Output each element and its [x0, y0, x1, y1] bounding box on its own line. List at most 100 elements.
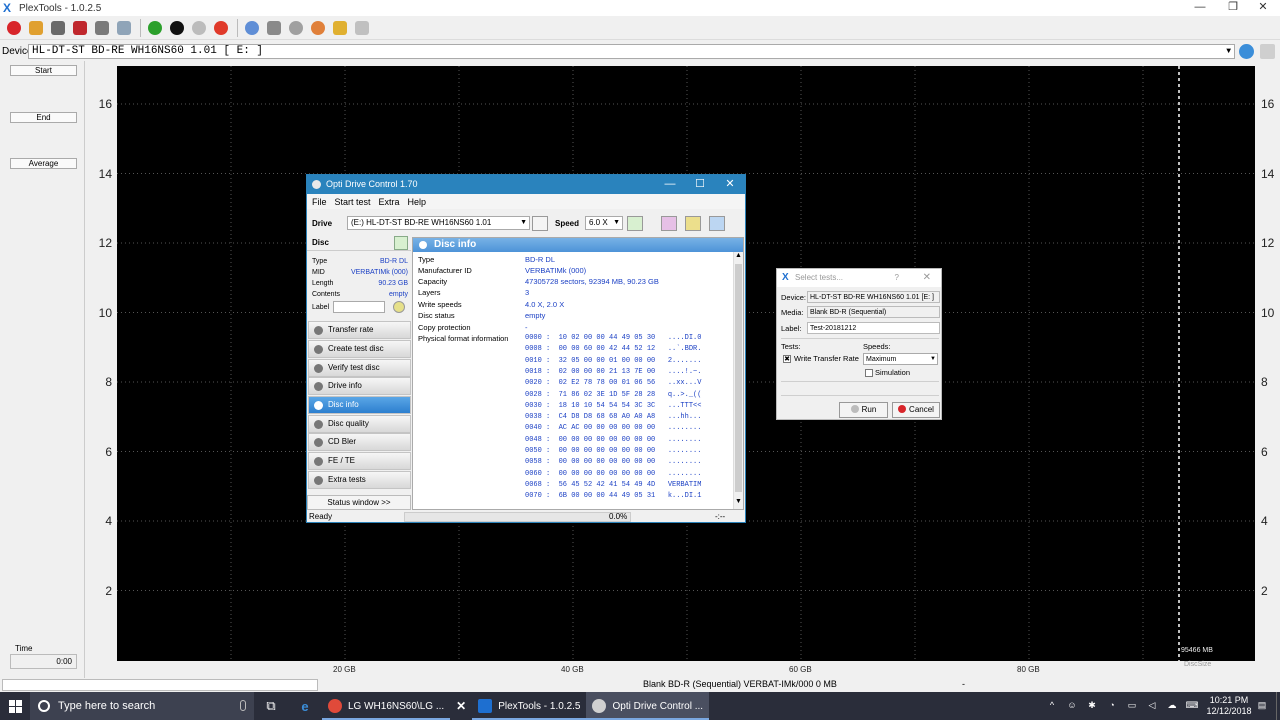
taskbar: Type here to search ⧉ e LG WH16NS60\LG .…	[0, 692, 1280, 720]
microphone-icon[interactable]	[240, 700, 246, 711]
dialog-title: Select tests...	[795, 273, 844, 282]
nav-extra-tests[interactable]: Extra tests	[308, 471, 411, 489]
chart-icon[interactable]	[330, 18, 350, 38]
drive-select[interactable]: (E:) HL-DT-ST BD-RE WH16NS60 1.01 ▼	[347, 216, 530, 230]
y-tick-label: 14	[98, 166, 112, 181]
dialog-close-button[interactable]: ✕	[923, 269, 931, 287]
end-button[interactable]: End	[10, 112, 77, 123]
tools-icon[interactable]	[114, 18, 134, 38]
chevron-down-icon[interactable]: ▼	[1226, 45, 1231, 58]
hex-row: 0070 : 6B 00 00 00 44 49 05 31 k...DI.1	[525, 492, 702, 501]
start-menu-button[interactable]	[0, 692, 30, 720]
device-info-icon[interactable]	[1260, 44, 1275, 59]
write-transfer-rate-checkbox[interactable]: ✖	[783, 355, 791, 363]
flame-icon[interactable]	[308, 18, 328, 38]
cancel-button[interactable]: Cancel	[892, 402, 940, 418]
info-row: Disc status empty	[418, 310, 728, 321]
notification-icon[interactable]: ▤	[1254, 700, 1270, 712]
taskbar-app-plextools[interactable]: PlexTools - 1.0.2.5	[472, 692, 587, 720]
info-key: Capacity	[418, 277, 448, 286]
edge-browser-icon[interactable]: e	[288, 692, 322, 720]
vertical-scrollbar[interactable]: ▲ ▼	[733, 252, 743, 509]
nav-transfer-rate[interactable]: Transfer rate	[308, 321, 411, 339]
erase-icon[interactable]	[661, 216, 677, 231]
eject-drive-icon[interactable]	[532, 216, 548, 231]
eject-icon[interactable]	[70, 18, 90, 38]
simulation-checkbox[interactable]	[865, 369, 873, 377]
drive-icon[interactable]	[48, 18, 68, 38]
nav-disc-info[interactable]: Disc info	[308, 396, 411, 414]
nav-cd-bler[interactable]: CD Bler	[308, 433, 411, 451]
run-button[interactable]: Run	[839, 402, 888, 418]
taskbar-app-odc[interactable]: Opti Drive Control ...	[586, 692, 710, 720]
odc-close-button[interactable]: ✕	[715, 175, 745, 194]
menu-start-test[interactable]: Start test	[335, 197, 371, 207]
hex-row: 0038 : C4 D8 D8 68 68 A0 A0 A8 ...hh...	[525, 413, 702, 422]
volume-icon[interactable]: ◁	[1144, 700, 1160, 712]
menu-help[interactable]: Help	[408, 197, 427, 207]
nav-create-test-disc[interactable]: Create test disc	[308, 340, 411, 358]
nav-verify-test-disc[interactable]: Verify test disc	[308, 359, 411, 377]
taskbar-search[interactable]: Type here to search	[30, 692, 254, 720]
nav-fe-te[interactable]: FE / TE	[308, 452, 411, 470]
odc-maximize-button[interactable]: ☐	[685, 175, 715, 194]
status-window-button[interactable]: Status window >>	[307, 495, 411, 510]
start-button[interactable]: Start	[10, 65, 77, 76]
label-input[interactable]: Test-20181212	[807, 322, 940, 334]
disc-icon[interactable]	[92, 18, 112, 38]
pen-icon[interactable]	[352, 18, 372, 38]
device-select[interactable]: HL-DT-ST BD-RE WH16NS60 1.01 [ E: ] ▼	[28, 44, 1235, 59]
scroll-up-icon[interactable]: ▲	[735, 252, 742, 259]
nav-icon	[314, 420, 323, 429]
media-field: Blank BD-R (Sequential)	[807, 306, 940, 318]
taskbar-app-chrome[interactable]: LG WH16NS60\LG ...	[322, 692, 451, 720]
settings-icon[interactable]	[685, 216, 701, 231]
check-icon[interactable]	[189, 18, 209, 38]
odc-minimize-button[interactable]: —	[655, 175, 685, 194]
settings-icon[interactable]	[26, 18, 46, 38]
speed-select[interactable]: Maximum ▼	[863, 353, 938, 365]
scroll-thumb[interactable]	[735, 264, 742, 492]
hex-row: 0018 : 02 00 00 00 21 13 7E 00 ....!.~.	[525, 367, 702, 376]
save-icon[interactable]	[709, 216, 725, 231]
refresh-disc-icon[interactable]	[394, 236, 408, 250]
disc-label-input[interactable]	[333, 301, 385, 313]
refresh-device-icon[interactable]	[1239, 44, 1254, 59]
menu-file[interactable]: File	[312, 197, 327, 207]
info-icon[interactable]	[242, 18, 262, 38]
sync-icon[interactable]: ◔	[1104, 700, 1120, 712]
average-button[interactable]: Average	[10, 158, 77, 169]
network-icon[interactable]: ▭	[1124, 700, 1140, 712]
close-button[interactable]: ✕	[1246, 0, 1280, 16]
stop-icon[interactable]	[211, 18, 231, 38]
help-button[interactable]: ?	[895, 269, 899, 287]
nav-icon	[314, 326, 323, 335]
divider	[781, 381, 939, 382]
taskbar-app-label: Opti Drive Control ...	[612, 700, 704, 712]
task-view-icon[interactable]: ⧉	[254, 692, 288, 720]
minimize-button[interactable]: —	[1183, 0, 1217, 16]
nav-disc-quality[interactable]: Disc quality	[308, 415, 411, 433]
onedrive-icon[interactable]: ☁	[1164, 700, 1180, 712]
refresh-speed-icon[interactable]	[627, 216, 643, 231]
bluetooth-icon[interactable]: ✱	[1084, 700, 1100, 712]
keyboard-icon[interactable]: ⌨	[1184, 700, 1200, 712]
show-desktop-button[interactable]	[1276, 692, 1280, 720]
people-icon[interactable]: ☺	[1064, 700, 1080, 712]
maximize-button[interactable]: ❐	[1216, 0, 1250, 16]
speaker-icon[interactable]	[264, 18, 284, 38]
scroll-down-icon[interactable]: ▼	[735, 498, 742, 505]
y-tick-label: 16	[98, 97, 112, 111]
menu-extra[interactable]: Extra	[379, 197, 400, 207]
nav-drive-info[interactable]: Drive info	[308, 377, 411, 395]
tray-overflow-icon[interactable]: ^	[1044, 700, 1060, 712]
speed-select[interactable]: 6.0 X ▼	[585, 216, 623, 230]
clock-time: 10:21 PM	[1209, 695, 1249, 705]
refresh-icon[interactable]	[145, 18, 165, 38]
taskbar-app-pinned[interactable]: ✕	[450, 692, 472, 720]
globe-icon[interactable]	[167, 18, 187, 38]
clock[interactable]: 10:21 PM 12/12/2018	[1206, 695, 1252, 717]
recorder-icon[interactable]	[286, 18, 306, 38]
apply-label-icon[interactable]	[393, 301, 405, 313]
power-icon[interactable]	[4, 18, 24, 38]
